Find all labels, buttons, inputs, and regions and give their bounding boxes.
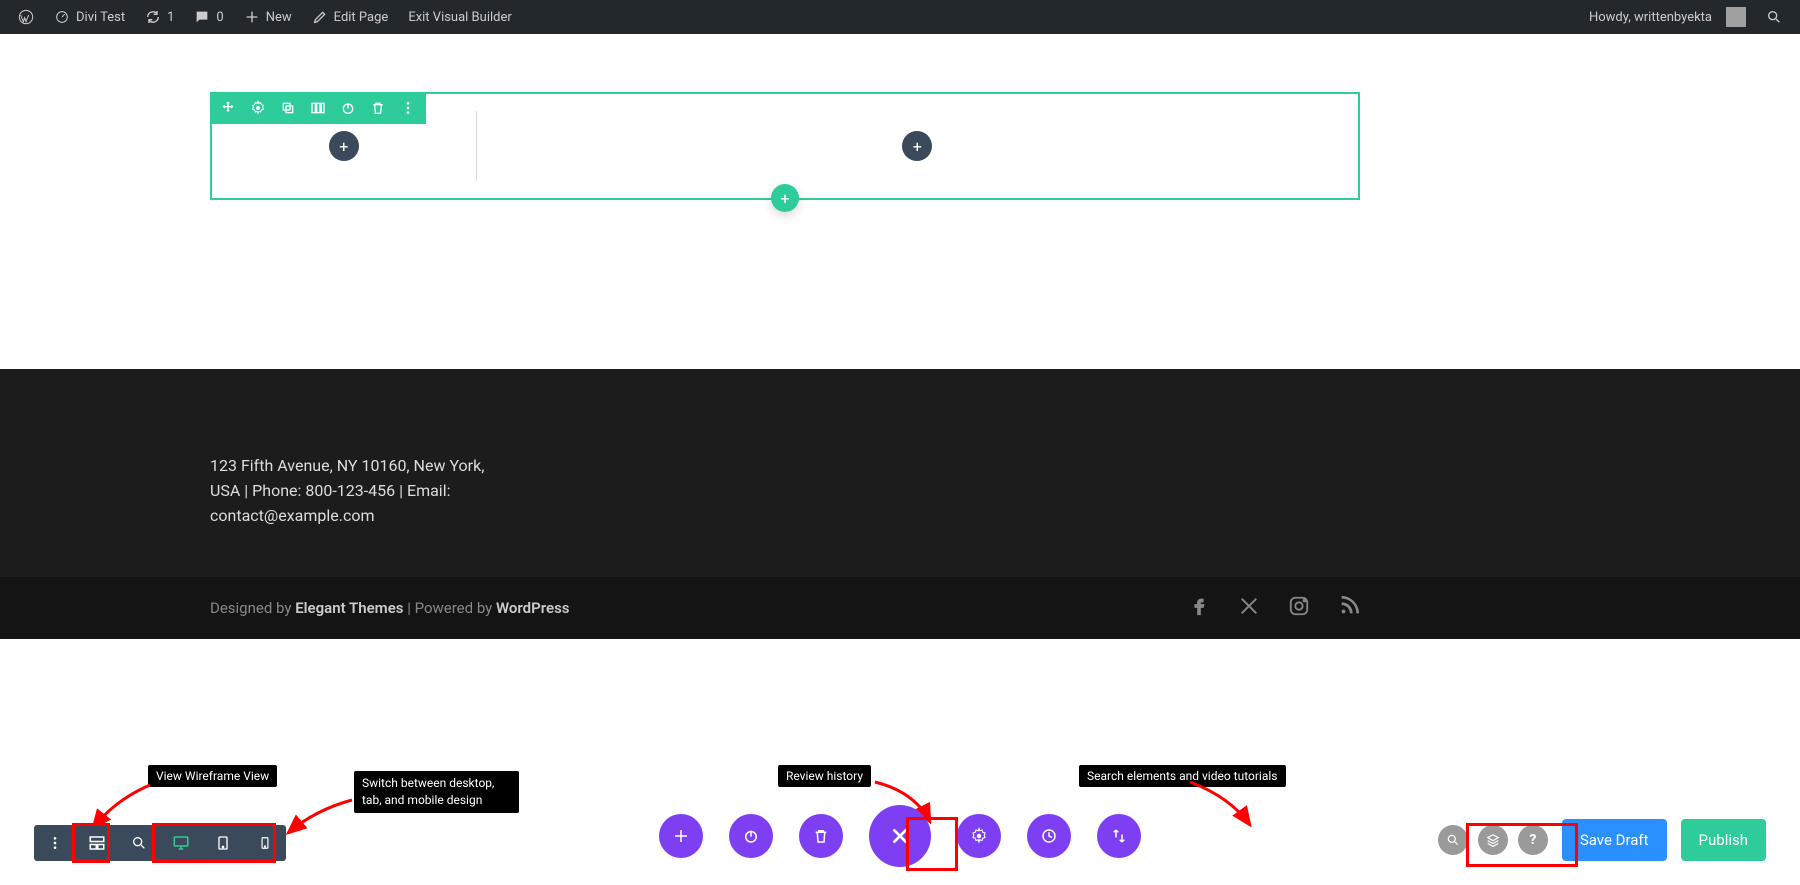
add-module-button[interactable]: +	[329, 131, 359, 161]
wp-logo[interactable]	[8, 0, 44, 34]
footer-contact-text: 123 Fifth Avenue, NY 10160, New York, US…	[210, 454, 510, 528]
avatar	[1726, 7, 1746, 27]
add-module-button-2[interactable]: +	[902, 131, 932, 161]
wireframe-view-button[interactable]	[76, 825, 118, 861]
question-glyph: ?	[1529, 832, 1536, 848]
exit-builder-label: Exit Visual Builder	[408, 10, 511, 25]
refresh-icon	[145, 9, 161, 25]
site-name[interactable]: Divi Test	[44, 0, 135, 34]
plus-glyph-3: +	[780, 189, 789, 208]
add-row-button[interactable]: +	[771, 184, 799, 212]
howdy-user[interactable]: Howdy, writtenbyekta	[1579, 0, 1756, 34]
builder-canvas: + + +	[0, 34, 1800, 369]
instagram-icon[interactable]	[1288, 595, 1310, 621]
edit-page-label: Edit Page	[334, 10, 389, 25]
x-icon[interactable]	[1238, 595, 1260, 621]
new-content[interactable]: New	[234, 0, 302, 34]
facebook-icon[interactable]	[1188, 595, 1210, 621]
page-settings-button[interactable]	[729, 814, 773, 858]
comments[interactable]: 0	[184, 0, 233, 34]
helper-buttons: ?	[1438, 825, 1548, 855]
pencil-icon	[312, 9, 328, 25]
dashboard-icon	[54, 9, 70, 25]
divi-section[interactable]: + + +	[210, 92, 1360, 200]
publish-label: Publish	[1699, 831, 1748, 849]
site-title-text: Divi Test	[76, 10, 125, 25]
section-column-2[interactable]: +	[477, 94, 1358, 198]
social-links	[1188, 595, 1360, 621]
revisions-count: 1	[167, 10, 174, 25]
new-label: New	[266, 10, 292, 25]
save-draft-label: Save Draft	[1580, 831, 1649, 849]
section-column-1[interactable]: +	[212, 94, 476, 198]
powered-brand[interactable]: WordPress	[496, 599, 570, 617]
save-actions: ? Save Draft Publish	[1438, 819, 1766, 861]
annotation-search: Search elements and video tutorials	[1079, 765, 1286, 787]
edit-page[interactable]: Edit Page	[302, 0, 399, 34]
annotation-wireframe: View Wireframe View	[148, 765, 277, 787]
history-button[interactable]	[1027, 814, 1071, 858]
close-builder-button[interactable]	[869, 805, 931, 867]
powered-sep: | Powered by	[403, 599, 496, 617]
search-toggle[interactable]	[1756, 0, 1792, 34]
help-button[interactable]: ?	[1518, 825, 1548, 855]
plus-glyph-2: +	[913, 137, 922, 156]
annotation-history: Review history	[778, 765, 871, 787]
view-modes	[34, 825, 286, 861]
designed-prefix: Designed by	[210, 599, 295, 617]
designed-brand[interactable]: Elegant Themes	[295, 599, 403, 617]
annotation-device: Switch between desktop, tab, and mobile …	[354, 771, 519, 813]
search-icon	[1766, 9, 1782, 25]
publish-button[interactable]: Publish	[1681, 819, 1766, 861]
footer-bottom-bar: Designed by Elegant Themes | Powered by …	[0, 577, 1800, 639]
save-draft-button[interactable]: Save Draft	[1562, 819, 1667, 861]
rss-icon[interactable]	[1338, 595, 1360, 621]
plus-glyph: +	[339, 137, 348, 156]
arrow-icon-2	[280, 795, 360, 840]
builder-actions	[659, 805, 1141, 867]
phone-view-button[interactable]	[244, 825, 286, 861]
clear-layout-button[interactable]	[799, 814, 843, 858]
divi-builder-bar: View Wireframe View Switch between deskt…	[0, 755, 1800, 885]
builder-settings-button[interactable]	[957, 814, 1001, 858]
exit-visual-builder[interactable]: Exit Visual Builder	[398, 0, 521, 34]
wp-admin-bar: Divi Test 1 0 New Edit Page Exit Visual …	[0, 0, 1800, 34]
plus-icon	[244, 9, 260, 25]
tablet-view-button[interactable]	[202, 825, 244, 861]
howdy-text: Howdy, writtenbyekta	[1589, 10, 1712, 25]
search-help-button[interactable]	[1438, 825, 1468, 855]
page-footer: 123 Fifth Avenue, NY 10160, New York, US…	[0, 369, 1800, 577]
footer-credits: Designed by Elegant Themes | Powered by …	[210, 599, 570, 617]
updates[interactable]: 1	[135, 0, 184, 34]
comment-icon	[194, 9, 210, 25]
comments-count: 0	[216, 10, 223, 25]
wordpress-icon	[18, 9, 34, 25]
more-view-button[interactable]	[34, 825, 76, 861]
desktop-view-button[interactable]	[160, 825, 202, 861]
portability-button[interactable]	[1097, 814, 1141, 858]
zoom-view-button[interactable]	[118, 825, 160, 861]
add-section-button[interactable]	[659, 814, 703, 858]
layers-button[interactable]	[1478, 825, 1508, 855]
